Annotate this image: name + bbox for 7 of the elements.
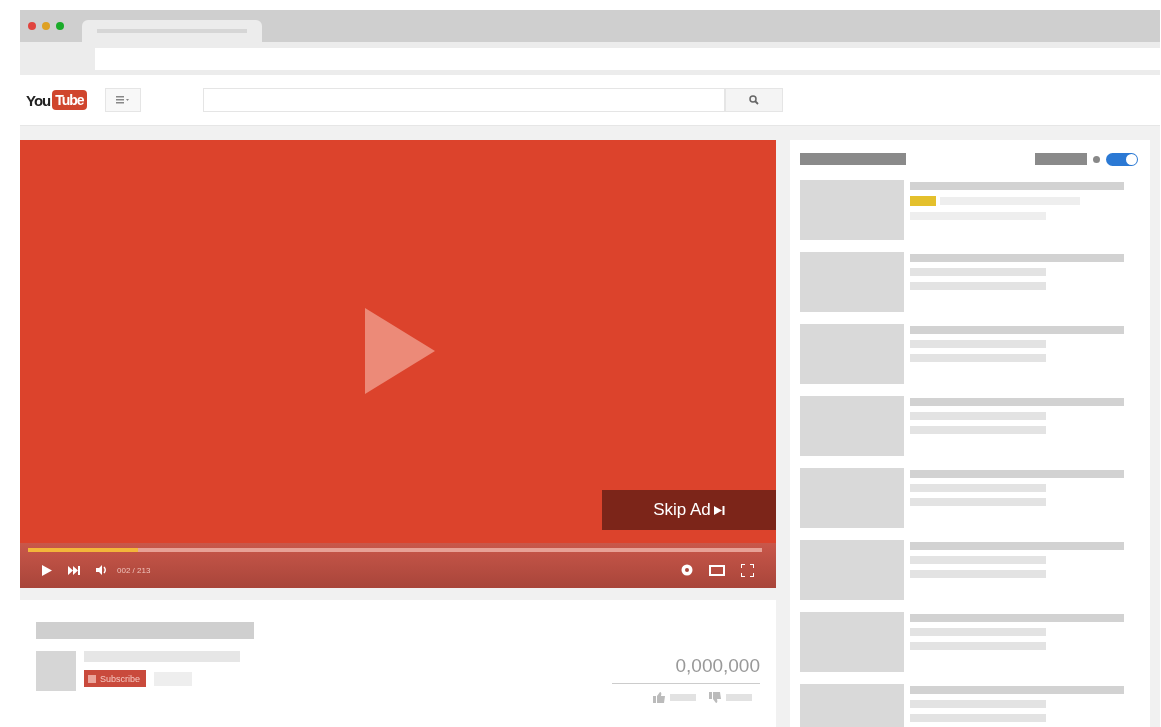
video-player[interactable]: Skip Ad 002 / 213 (20, 140, 776, 588)
time-display: 002 / 213 (117, 565, 151, 575)
logo-text: Tube (52, 90, 87, 110)
view-count: 0,000,000 (675, 655, 760, 677)
logo-text: You (26, 91, 51, 109)
skip-ad-button[interactable]: Skip Ad (602, 490, 776, 530)
logo[interactable]: You Tube (26, 90, 87, 110)
